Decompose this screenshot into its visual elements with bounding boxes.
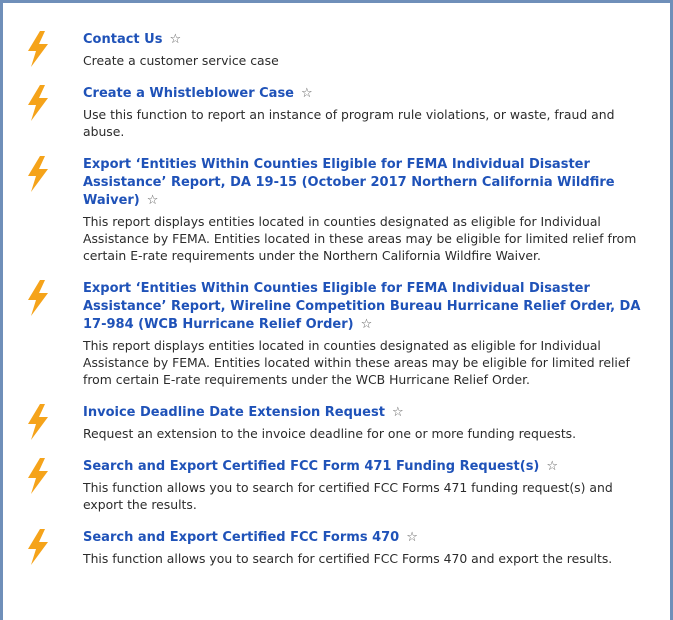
item-description: This function allows you to search for c… xyxy=(83,551,613,566)
item-title-link[interactable]: Search and Export Certified FCC Forms 47… xyxy=(83,530,399,545)
item-description: Request an extension to the invoice dead… xyxy=(83,426,577,441)
favorite-star-icon[interactable]: ☆ xyxy=(169,32,181,47)
lightning-bolt-icon xyxy=(28,85,48,121)
lightning-bolt-icon xyxy=(28,458,48,494)
item-description: This report displays entities located in… xyxy=(83,214,637,263)
list-item: Create a Whistleblower Case ☆ Use this fu… xyxy=(25,85,655,140)
item-title-link[interactable]: Export ‘Entities Within Counties Eligibl… xyxy=(83,157,615,208)
function-list: Contact Us ☆ Create a customer service ca… xyxy=(25,31,655,567)
item-description: This report displays entities located in… xyxy=(83,338,630,387)
item-description: Create a customer service case xyxy=(83,53,279,68)
item-title-link[interactable]: Create a Whistleblower Case xyxy=(83,86,294,101)
lightning-bolt-icon xyxy=(28,156,48,192)
favorite-star-icon[interactable]: ☆ xyxy=(546,459,558,474)
favorite-star-icon[interactable]: ☆ xyxy=(361,317,373,332)
favorite-star-icon[interactable]: ☆ xyxy=(301,86,313,101)
list-item: Search and Export Certified FCC Form 471… xyxy=(25,458,655,513)
item-description: This function allows you to search for c… xyxy=(83,480,613,512)
list-item: Export ‘Entities Within Counties Eligibl… xyxy=(25,156,655,264)
favorite-star-icon[interactable]: ☆ xyxy=(406,530,418,545)
lightning-bolt-icon xyxy=(28,529,48,565)
list-item: Contact Us ☆ Create a customer service ca… xyxy=(25,31,655,69)
function-list-panel: Contact Us ☆ Create a customer service ca… xyxy=(0,0,673,620)
list-item: Invoice Deadline Date Extension Request ☆… xyxy=(25,404,655,442)
item-title-link[interactable]: Contact Us xyxy=(83,32,162,47)
lightning-bolt-icon xyxy=(28,280,48,316)
favorite-star-icon[interactable]: ☆ xyxy=(392,405,404,420)
list-item: Export ‘Entities Within Counties Eligibl… xyxy=(25,280,655,388)
list-item: Search and Export Certified FCC Forms 47… xyxy=(25,529,655,567)
lightning-bolt-icon xyxy=(28,31,48,67)
lightning-bolt-icon xyxy=(28,404,48,440)
item-title-link[interactable]: Invoice Deadline Date Extension Request xyxy=(83,405,385,420)
item-description: Use this function to report an instance … xyxy=(83,107,615,139)
favorite-star-icon[interactable]: ☆ xyxy=(147,193,159,208)
item-title-link[interactable]: Search and Export Certified FCC Form 471… xyxy=(83,459,539,474)
